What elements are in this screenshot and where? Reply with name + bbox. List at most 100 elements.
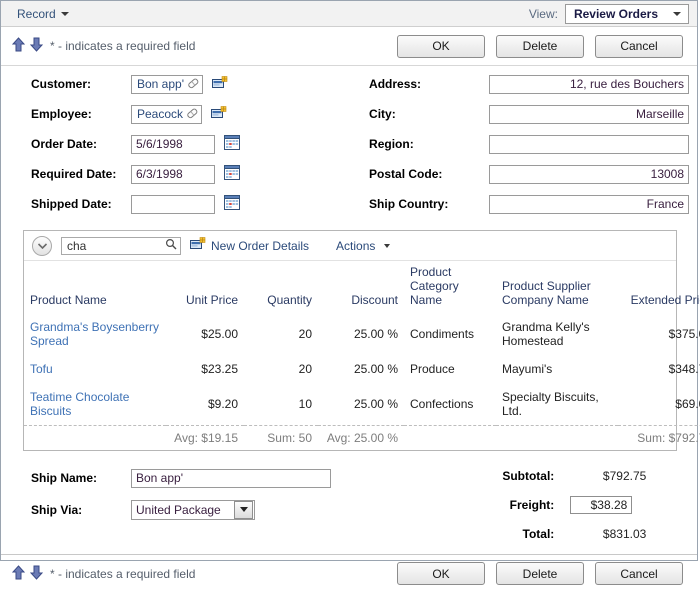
customer-value: Bon app': [137, 77, 184, 91]
new-employee-icon[interactable]: [211, 105, 227, 123]
subtotal-value: $792.75: [602, 468, 647, 483]
required-date-label: Required Date:: [31, 167, 117, 181]
product-link[interactable]: Teatime Chocolate Biscuits: [30, 390, 129, 418]
calendar-icon[interactable]: [224, 135, 240, 153]
freight-input[interactable]: $38.28: [570, 495, 633, 514]
row-total: Total: $831.03: [478, 519, 697, 548]
field-required-date: Required Date: 6/3/1998: [31, 160, 349, 188]
new-customer-icon[interactable]: [212, 75, 228, 93]
column-header-extended-price[interactable]: Extended Price: [618, 261, 700, 313]
calendar-icon[interactable]: [224, 195, 240, 213]
product-link[interactable]: Grandma's Boysenberry Spread: [30, 320, 159, 348]
field-shipped-date: Shipped Date:: [31, 190, 349, 218]
city-input[interactable]: Marseille: [489, 104, 690, 124]
table-summary-row: Avg: $19.15 Sum: 50 Avg: 25.00 % Sum: $7…: [24, 425, 700, 450]
eraser-icon[interactable]: [186, 76, 200, 93]
arrow-down-icon[interactable]: [29, 37, 44, 55]
postal-code-input[interactable]: 13008: [489, 164, 690, 184]
ship-name-input[interactable]: Bon app': [131, 468, 331, 488]
row-subtotal: Subtotal: $792.75: [478, 461, 697, 490]
new-record-icon: [190, 237, 206, 254]
new-order-details-label: New Order Details: [211, 238, 310, 253]
record-menu-label: Record: [17, 6, 56, 21]
employee-lookup[interactable]: Peacock: [131, 104, 203, 124]
chevron-down-icon[interactable]: [234, 500, 253, 519]
product-link[interactable]: Tofu: [30, 362, 53, 376]
postal-code-label: Postal Code:: [369, 167, 443, 181]
column-header-supplier[interactable]: Product Supplier Company Name: [496, 261, 618, 313]
delete-button-bottom[interactable]: Delete: [496, 562, 584, 585]
shipped-date-input[interactable]: [131, 194, 215, 214]
totals-block: Subtotal: $792.75 Freight: $38.28 Total:…: [478, 461, 697, 548]
new-order-details-button[interactable]: New Order Details: [190, 237, 309, 254]
ok-button[interactable]: OK: [397, 34, 485, 58]
order-details-panel: cha New Order Details Actions Product Na…: [23, 230, 700, 451]
calendar-icon[interactable]: [224, 165, 240, 183]
employee-value: Peacock: [137, 107, 184, 121]
action-bar-top: * - indicates a required field OK Delete…: [1, 27, 697, 65]
region-input[interactable]: [489, 134, 690, 154]
ship-country-input[interactable]: France: [489, 194, 690, 214]
delete-button[interactable]: Delete: [496, 34, 584, 58]
column-header-product-name[interactable]: Product Name: [24, 261, 166, 313]
summary-unit-price: Avg: $19.15: [166, 425, 244, 450]
eraser-icon[interactable]: [185, 106, 199, 123]
table-row[interactable]: Tofu $23.25 20 25.00 % Produce Mayumi's …: [24, 355, 700, 383]
total-label: Total:: [522, 526, 555, 541]
cell-extended-price: $375.00: [668, 327, 700, 341]
field-region: Region:: [369, 130, 697, 158]
order-date-input[interactable]: 5/6/1998: [131, 134, 215, 154]
record-menu[interactable]: Record: [13, 5, 73, 23]
cell-product-name: Tofu: [24, 355, 166, 383]
address-input[interactable]: 12, rue des Bouchers: [489, 74, 690, 94]
summary-spacer-supplier: [496, 425, 618, 450]
cell-category: Produce: [410, 362, 455, 376]
cancel-button[interactable]: Cancel: [595, 34, 683, 58]
view-select-value: Review Orders: [573, 6, 658, 21]
column-header-unit-price[interactable]: Unit Price: [166, 261, 244, 313]
ship-via-value: United Package: [136, 502, 221, 517]
cell-quantity: 20: [298, 327, 312, 341]
summary-spacer: [24, 425, 166, 450]
arrow-down-icon[interactable]: [29, 565, 44, 583]
order-date-label: Order Date:: [31, 137, 98, 151]
cell-extended-price: $348.75: [668, 362, 700, 376]
field-ship-country: Ship Country: France: [369, 190, 697, 218]
order-details-table: Product Name Unit Price Quantity Discoun…: [24, 261, 700, 450]
customer-lookup[interactable]: Bon app': [131, 74, 203, 94]
record-editor-window: Record View: Review Orders * - indicates…: [0, 0, 700, 585]
field-order-date: Order Date: 5/6/1998: [31, 130, 349, 158]
chevron-down-icon: [673, 11, 681, 16]
required-date-input[interactable]: 6/3/1998: [131, 164, 215, 184]
table-row[interactable]: Teatime Chocolate Biscuits $9.20 10 25.0…: [24, 383, 700, 426]
menu-bar: Record View: Review Orders: [1, 1, 697, 27]
cell-discount: 25.00 %: [353, 362, 398, 376]
ship-country-label: Ship Country:: [369, 197, 449, 211]
employee-label: Employee:: [31, 107, 92, 121]
actions-menu[interactable]: Actions: [336, 239, 391, 253]
arrow-up-icon[interactable]: [11, 37, 26, 55]
search-input[interactable]: cha: [61, 236, 181, 255]
cancel-button-bottom[interactable]: Cancel: [595, 562, 683, 585]
action-bar-bottom: * - indicates a required field OK Delete…: [1, 554, 697, 592]
nav-arrows: [11, 37, 44, 55]
column-header-category[interactable]: Product Category Name: [404, 261, 496, 313]
search-icon[interactable]: [165, 238, 177, 253]
region-label: Region:: [369, 137, 414, 151]
grid-options-button[interactable]: [32, 235, 52, 256]
ok-button-bottom[interactable]: OK: [397, 562, 485, 585]
customer-label: Customer:: [31, 77, 92, 91]
shipping-and-totals: Ship Name: Bon app' Ship Via: United Pac…: [1, 451, 697, 548]
ship-name-label: Ship Name:: [31, 471, 98, 485]
ship-via-select[interactable]: United Package: [131, 499, 255, 520]
column-header-quantity[interactable]: Quantity: [244, 261, 318, 313]
cell-quantity: 10: [298, 397, 312, 411]
cell-unit-price: $25.00: [201, 327, 238, 341]
column-header-discount[interactable]: Discount: [318, 261, 404, 313]
total-value: $831.03: [602, 526, 647, 541]
arrow-up-icon[interactable]: [11, 564, 26, 583]
table-row[interactable]: Grandma's Boysenberry Spread $25.00 20 2…: [24, 313, 700, 355]
view-select[interactable]: Review Orders: [564, 3, 689, 24]
chevron-down-icon: [384, 243, 391, 248]
field-postal-code: Postal Code: 13008: [369, 160, 697, 188]
